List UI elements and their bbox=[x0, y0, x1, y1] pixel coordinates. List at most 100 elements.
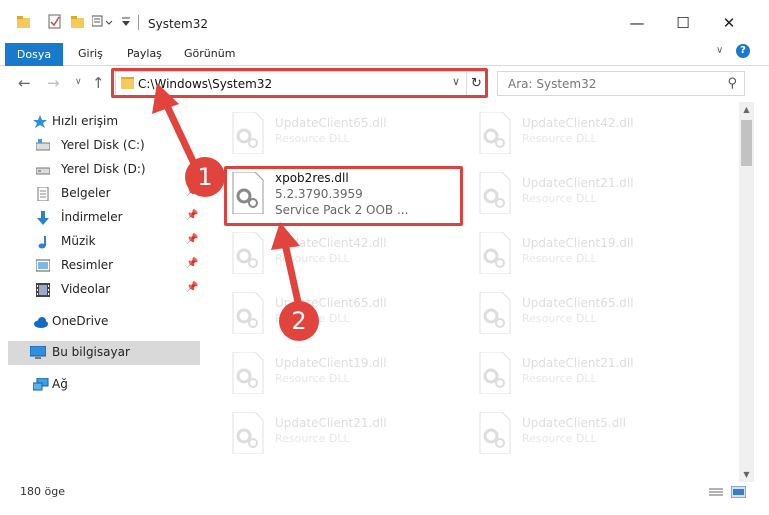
file-name: UpdateClient21.dll bbox=[275, 416, 387, 430]
address-path: C:\Windows\System32 bbox=[138, 77, 273, 91]
sidebar-item-onedrive[interactable]: OneDrive bbox=[0, 310, 200, 334]
file-item[interactable]: UpdateClient21.dll Resource DLL bbox=[476, 348, 706, 398]
new-folder-icon[interactable] bbox=[71, 16, 84, 28]
computer-icon bbox=[30, 346, 46, 359]
recent-locations-icon[interactable]: ∨ bbox=[75, 77, 82, 87]
sidebar-item-label: Videolar bbox=[61, 282, 111, 296]
pin-icon[interactable]: 📌 bbox=[186, 210, 198, 221]
file-description: Resource DLL bbox=[522, 252, 597, 265]
forward-arrow-icon[interactable]: → bbox=[47, 74, 60, 92]
sidebar-item-quick-access[interactable]: Hızlı erişim bbox=[0, 110, 200, 134]
sidebar-item-music[interactable]: Müzik 📌 bbox=[0, 230, 200, 254]
tiles-view-icon[interactable] bbox=[731, 486, 746, 498]
maximize-button[interactable]: ☐ bbox=[660, 12, 706, 34]
navigation-pane: Hızlı erişim Yerel Disk (C:) Yerel Disk … bbox=[0, 102, 203, 473]
view-options-icon[interactable] bbox=[92, 15, 114, 29]
dll-file-icon bbox=[232, 292, 264, 334]
ribbon-tabs: Dosya Giriş Paylaş Görünüm ∨ ? bbox=[0, 40, 769, 66]
file-description: Service Pack 2 OOB ... bbox=[275, 203, 409, 217]
customize-toolbar-icon[interactable] bbox=[121, 16, 131, 28]
pin-icon[interactable]: 📌 bbox=[186, 234, 198, 245]
sidebar-item-label: Bu bilgisayar bbox=[52, 345, 130, 359]
refresh-icon[interactable]: ↻ bbox=[466, 72, 486, 95]
file-item[interactable]: UpdateClient65.dll Resource DLL bbox=[476, 288, 706, 338]
file-item[interactable]: UpdateClient19.dll Resource DLL bbox=[476, 228, 706, 278]
sidebar-item-label: Müzik bbox=[61, 234, 96, 248]
title-separator bbox=[138, 15, 139, 30]
sidebar-item-videos[interactable]: Videolar 📌 bbox=[0, 278, 200, 302]
file-list: UpdateClient65.dll Resource DLL xpob2res… bbox=[203, 102, 739, 473]
file-item[interactable]: UpdateClient19.dll Resource DLL bbox=[229, 348, 459, 398]
scroll-down-icon[interactable]: ▼ bbox=[739, 467, 754, 482]
file-item[interactable]: UpdateClient5.dll Resource DLL bbox=[476, 408, 706, 458]
dll-file-icon bbox=[479, 112, 511, 154]
documents-icon bbox=[37, 187, 49, 201]
item-count: 180 öge bbox=[20, 485, 65, 498]
sidebar-item-drive-c[interactable]: Yerel Disk (C:) bbox=[0, 134, 200, 158]
sidebar-item-pictures[interactable]: Resimler 📌 bbox=[0, 254, 200, 278]
file-name: UpdateClient65.dll bbox=[275, 296, 387, 310]
dll-file-icon bbox=[479, 232, 511, 274]
vertical-scrollbar[interactable]: ▲ ▼ bbox=[739, 102, 754, 482]
title-bar: System32 — ☐ ✕ bbox=[0, 0, 769, 40]
search-icon: ⚲ bbox=[727, 76, 737, 91]
sidebar-item-network[interactable]: Ağ bbox=[0, 373, 200, 397]
file-item[interactable]: UpdateClient65.dll Resource DLL bbox=[229, 288, 459, 338]
pin-icon[interactable]: 📌 bbox=[186, 186, 198, 197]
drive-icon bbox=[36, 139, 50, 151]
file-description: Resource DLL bbox=[522, 132, 597, 145]
file-description: Resource DLL bbox=[275, 132, 350, 145]
address-dropdown-icon[interactable]: ∨ bbox=[452, 75, 460, 88]
address-bar[interactable]: C:\Windows\System32 ∨ ↻ bbox=[115, 71, 486, 96]
sidebar-item-this-pc[interactable]: Bu bilgisayar bbox=[8, 341, 200, 365]
file-name: UpdateClient19.dll bbox=[275, 356, 387, 370]
close-button[interactable]: ✕ bbox=[706, 12, 752, 34]
expand-ribbon-icon[interactable]: ∨ bbox=[716, 45, 723, 56]
cloud-icon bbox=[34, 317, 48, 328]
details-view-icon[interactable] bbox=[709, 487, 723, 498]
file-item[interactable]: UpdateClient21.dll Resource DLL bbox=[229, 408, 459, 458]
file-item-selected[interactable]: xpob2res.dll 5.2.3790.3959 Service Pack … bbox=[229, 168, 459, 218]
search-box[interactable]: Ara: System32 ⚲ bbox=[497, 71, 745, 96]
pin-icon[interactable]: 📌 bbox=[186, 258, 198, 269]
properties-icon[interactable] bbox=[48, 14, 62, 29]
up-arrow-icon[interactable]: ↑ bbox=[92, 74, 105, 92]
star-icon bbox=[33, 115, 47, 128]
file-item[interactable]: UpdateClient65.dll Resource DLL bbox=[229, 108, 459, 158]
sidebar-item-label: Resimler bbox=[61, 258, 114, 272]
file-item[interactable]: UpdateClient42.dll Resource DLL bbox=[476, 108, 706, 158]
music-icon bbox=[38, 236, 46, 249]
status-bar: 180 öge bbox=[0, 482, 769, 502]
search-placeholder: Ara: System32 bbox=[508, 77, 597, 91]
tab-share[interactable]: Paylaş bbox=[127, 44, 162, 66]
scroll-up-icon[interactable]: ▲ bbox=[739, 102, 754, 117]
file-item[interactable]: UpdateClient21.dll Resource DLL bbox=[476, 168, 706, 218]
sidebar-item-drive-d[interactable]: Yerel Disk (D:) bbox=[0, 158, 200, 182]
folder-icon bbox=[121, 77, 134, 89]
file-name: UpdateClient65.dll bbox=[275, 116, 387, 130]
back-arrow-icon[interactable]: ← bbox=[18, 74, 31, 92]
file-name: UpdateClient21.dll bbox=[522, 176, 634, 190]
file-item[interactable]: UpdateClient42.dll Resource DLL bbox=[229, 228, 459, 278]
scroll-thumb[interactable] bbox=[741, 120, 752, 166]
sidebar-item-documents[interactable]: Belgeler 📌 bbox=[0, 182, 200, 206]
dll-file-icon bbox=[479, 292, 511, 334]
folder-icon bbox=[17, 16, 30, 28]
sidebar-item-label: Yerel Disk (C:) bbox=[61, 138, 145, 152]
tab-view[interactable]: Görünüm bbox=[184, 44, 235, 66]
file-description: Resource DLL bbox=[522, 312, 597, 325]
tab-file[interactable]: Dosya bbox=[5, 43, 63, 66]
sidebar-item-label: Ağ bbox=[52, 377, 68, 391]
pin-icon[interactable]: 📌 bbox=[186, 282, 198, 293]
dll-file-icon bbox=[232, 112, 264, 154]
sidebar-item-downloads[interactable]: İndirmeler 📌 bbox=[0, 206, 200, 230]
file-description: Resource DLL bbox=[275, 252, 350, 265]
file-version: 5.2.3790.3959 bbox=[275, 187, 363, 201]
minimize-button[interactable]: — bbox=[614, 12, 660, 34]
help-icon[interactable]: ? bbox=[736, 44, 750, 58]
dll-file-icon bbox=[479, 172, 511, 214]
dll-file-icon bbox=[232, 232, 264, 274]
tab-home[interactable]: Giriş bbox=[78, 44, 103, 66]
sidebar-item-label: OneDrive bbox=[52, 314, 109, 328]
videos-icon bbox=[36, 283, 50, 297]
